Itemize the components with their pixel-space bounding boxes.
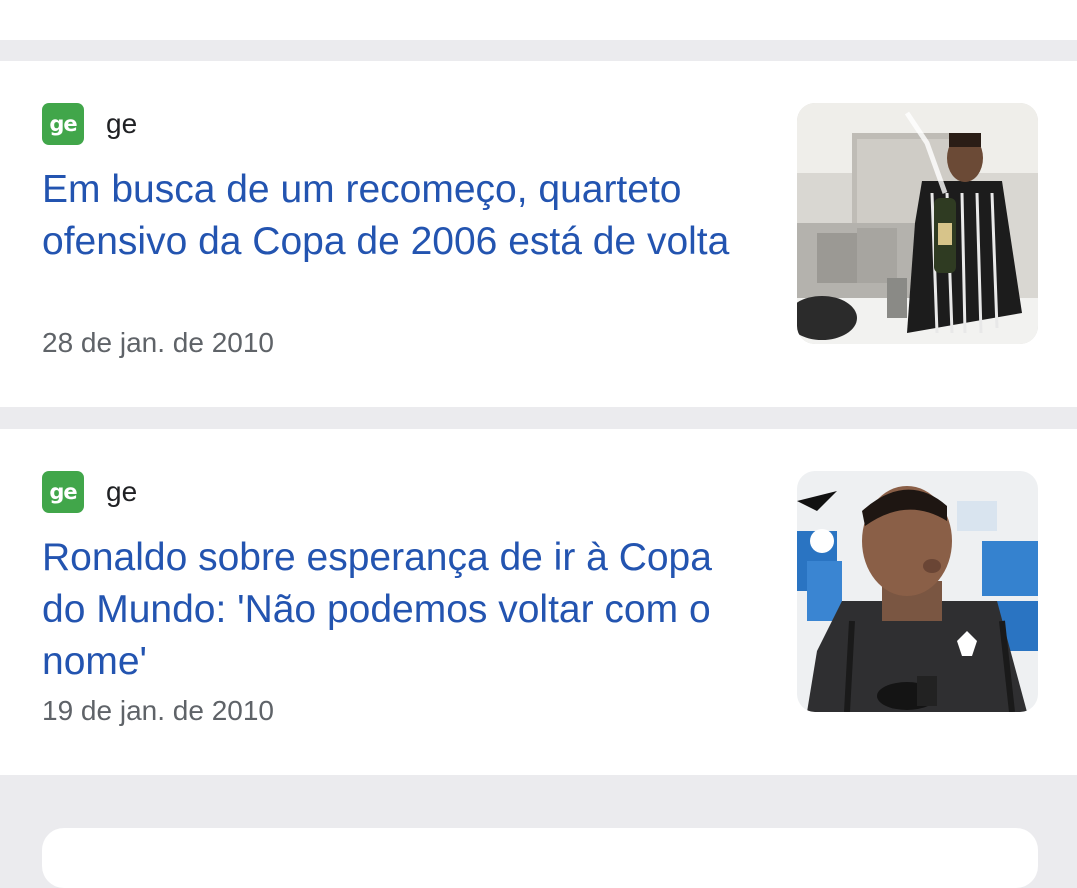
- ge-logo-icon: ge: [42, 103, 84, 145]
- source-name: ge: [106, 108, 138, 139]
- next-card[interactable]: [42, 828, 1038, 888]
- news-card[interactable]: ge ge Ronaldo sobre esperança de ir à Co…: [0, 429, 1077, 775]
- previous-card-bottom: [0, 0, 1077, 40]
- article-thumbnail[interactable]: [797, 471, 1038, 712]
- publish-date: 28 de jan. de 2010: [42, 327, 274, 358]
- source-name: ge: [106, 476, 138, 507]
- publish-date: 19 de jan. de 2010: [42, 695, 274, 726]
- source-row: ge ge: [42, 471, 137, 513]
- news-card[interactable]: ge ge Em busca de um recomeço, quarteto …: [0, 61, 1077, 407]
- ge-logo-icon: ge: [42, 471, 84, 513]
- article-thumbnail[interactable]: [797, 103, 1038, 344]
- source-row: ge ge: [42, 103, 137, 145]
- headline-link[interactable]: Ronaldo sobre esperança de ir à Copa do …: [42, 532, 762, 688]
- headline-link[interactable]: Em busca de um recomeço, quarteto ofensi…: [42, 164, 762, 268]
